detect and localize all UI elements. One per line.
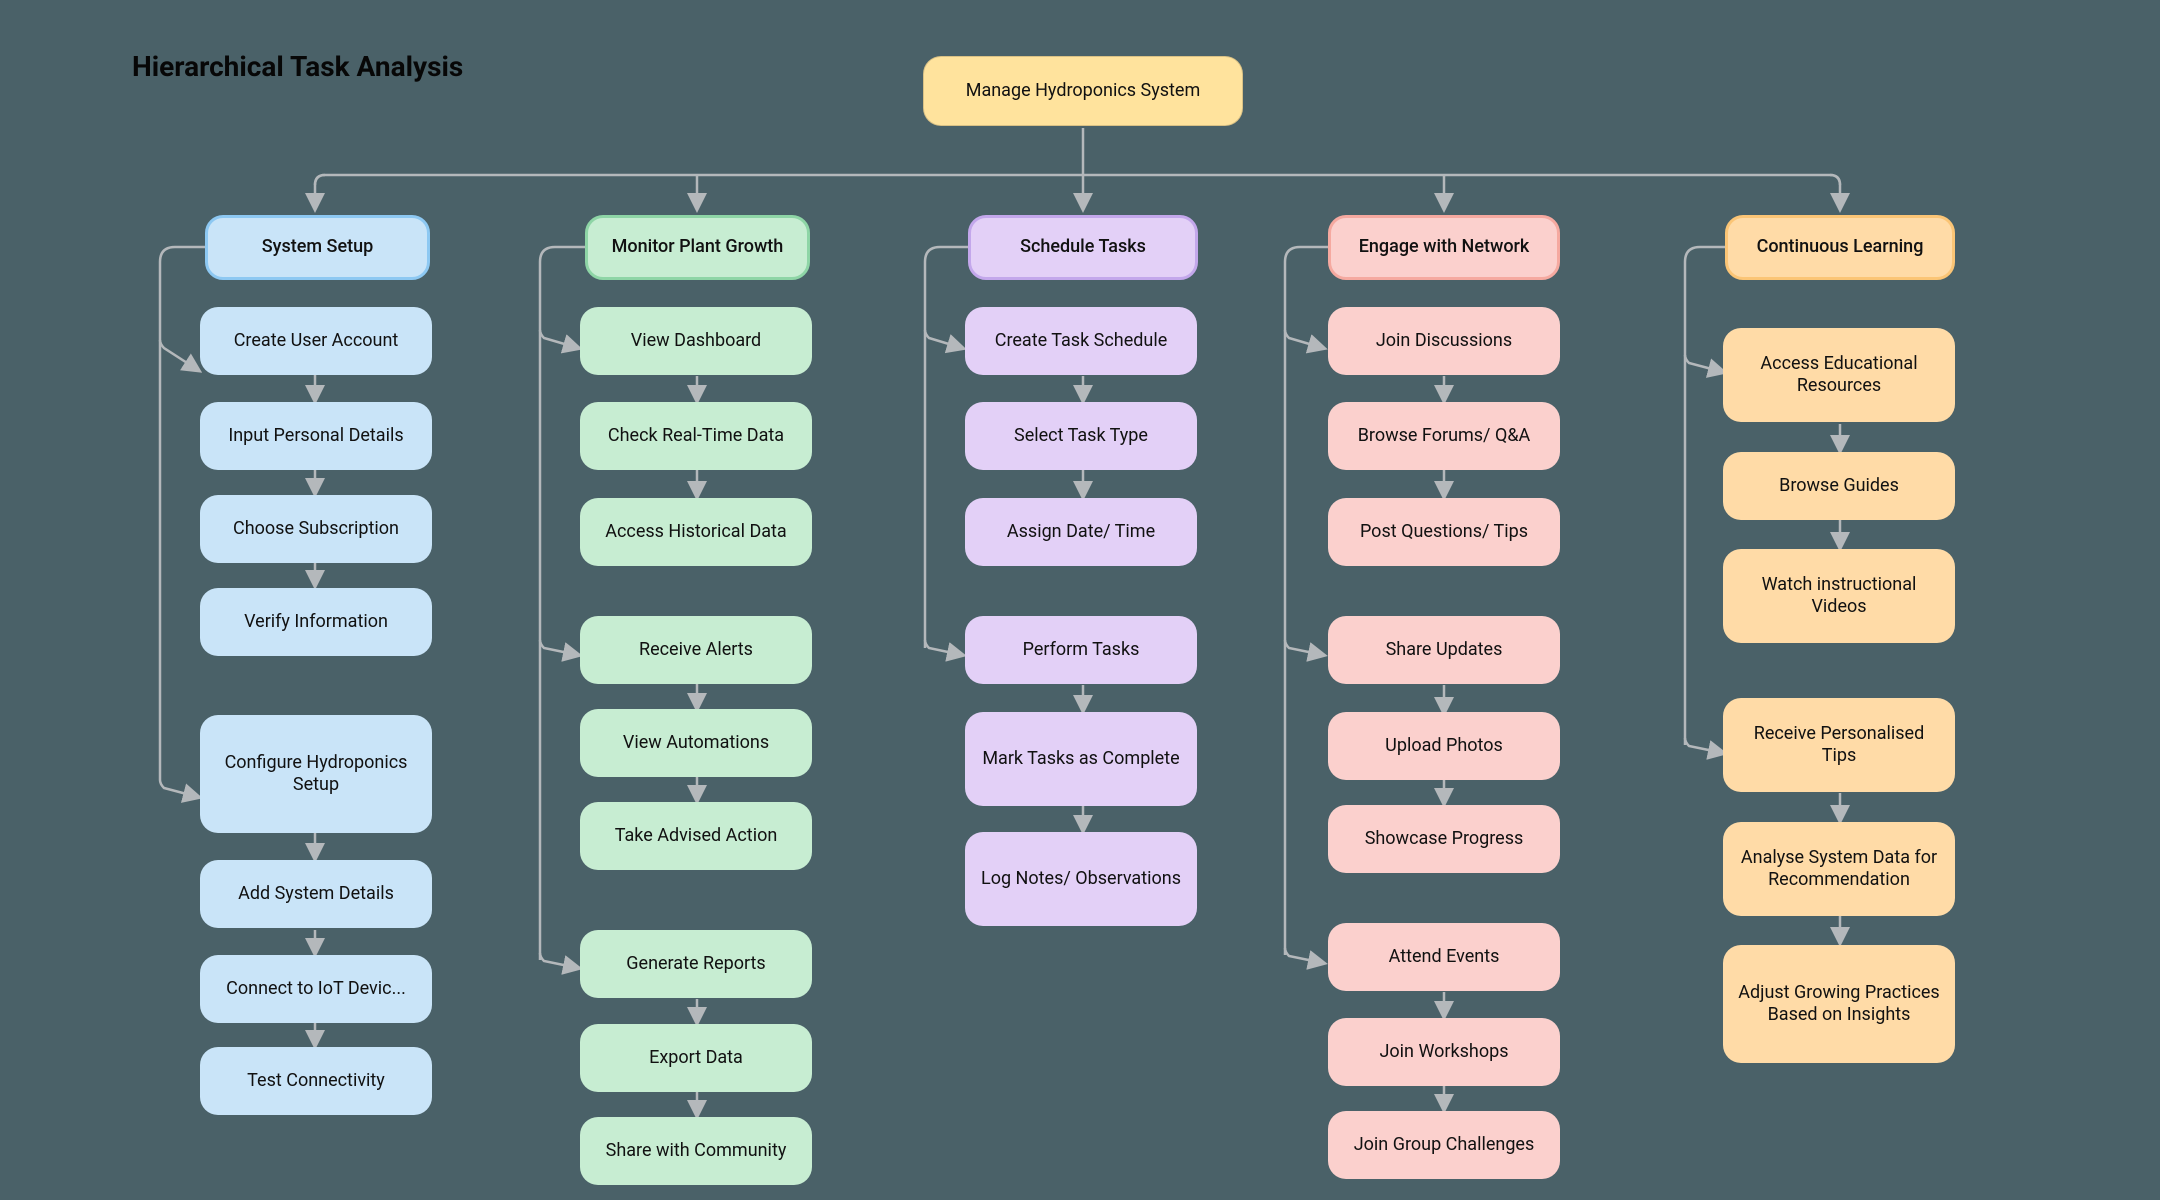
node-adjust-practices: Adjust Growing Practices Based on Insigh… (1723, 945, 1955, 1063)
root-node: Manage Hydroponics System (923, 56, 1243, 126)
node-join-workshops: Join Workshops (1328, 1018, 1560, 1086)
node-mark-complete: Mark Tasks as Complete (965, 712, 1197, 806)
node-generate-reports: Generate Reports (580, 930, 812, 998)
node-add-system-details: Add System Details (200, 860, 432, 928)
node-access-historical: Access Historical Data (580, 498, 812, 566)
node-create-account: Create User Account (200, 307, 432, 375)
node-check-realtime: Check Real-Time Data (580, 402, 812, 470)
node-perform-tasks: Perform Tasks (965, 616, 1197, 684)
node-choose-subscription: Choose Subscription (200, 495, 432, 563)
node-configure-setup: Configure Hydroponics Setup (200, 715, 432, 833)
node-test-connectivity: Test Connectivity (200, 1047, 432, 1115)
node-analyse-data: Analyse System Data for Recommendation (1723, 822, 1955, 916)
node-view-dashboard: View Dashboard (580, 307, 812, 375)
node-upload-photos: Upload Photos (1328, 712, 1560, 780)
node-create-schedule: Create Task Schedule (965, 307, 1197, 375)
node-export-data: Export Data (580, 1024, 812, 1092)
node-connect-iot: Connect to IoT Devic... (200, 955, 432, 1023)
node-access-resources: Access Educational Resources (1723, 328, 1955, 422)
node-select-task-type: Select Task Type (965, 402, 1197, 470)
node-receive-tips: Receive Personalised Tips (1723, 698, 1955, 792)
node-join-challenges: Join Group Challenges (1328, 1111, 1560, 1179)
node-share-updates: Share Updates (1328, 616, 1560, 684)
node-watch-videos: Watch instructional Videos (1723, 549, 1955, 643)
node-showcase-progress: Showcase Progress (1328, 805, 1560, 873)
cat-schedule-tasks: Schedule Tasks (968, 215, 1198, 280)
node-view-automations: View Automations (580, 709, 812, 777)
node-browse-guides: Browse Guides (1723, 452, 1955, 520)
cat-system-setup: System Setup (205, 215, 430, 280)
node-log-notes: Log Notes/ Observations (965, 832, 1197, 926)
node-assign-datetime: Assign Date/ Time (965, 498, 1197, 566)
node-join-discussions: Join Discussions (1328, 307, 1560, 375)
page-title: Hierarchical Task Analysis (132, 50, 463, 83)
cat-engage-network: Engage with Network (1328, 215, 1560, 280)
cat-continuous-learning: Continuous Learning (1725, 215, 1955, 280)
cat-monitor-growth: Monitor Plant Growth (585, 215, 810, 280)
node-receive-alerts: Receive Alerts (580, 616, 812, 684)
node-verify-info: Verify Information (200, 588, 432, 656)
node-post-questions: Post Questions/ Tips (1328, 498, 1560, 566)
node-browse-forums: Browse Forums/ Q&A (1328, 402, 1560, 470)
node-share-community: Share with Community (580, 1117, 812, 1185)
node-input-details: Input Personal Details (200, 402, 432, 470)
node-take-action: Take Advised Action (580, 802, 812, 870)
node-attend-events: Attend Events (1328, 923, 1560, 991)
